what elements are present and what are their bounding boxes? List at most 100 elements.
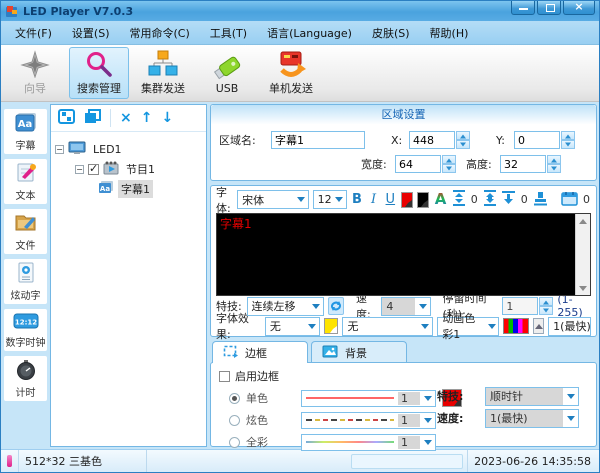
- refresh-effect-icon[interactable]: [328, 297, 344, 315]
- maximize-button[interactable]: [537, 1, 561, 15]
- sidebar-item-file[interactable]: 文件: [4, 209, 47, 254]
- screen-spec-text: 512*32 三基色: [19, 450, 147, 472]
- dazzle-text-icon: [14, 262, 38, 286]
- width-spinner[interactable]: [442, 155, 456, 173]
- font-family-dropdown[interactable]: 宋体: [237, 190, 308, 209]
- minimize-button[interactable]: [511, 1, 535, 15]
- animation-color-preview[interactable]: [503, 318, 529, 334]
- add-program-icon[interactable]: [58, 109, 75, 127]
- height-spinner[interactable]: [547, 155, 561, 173]
- tree-row-program[interactable]: − 节目1: [55, 159, 202, 179]
- expander-icon[interactable]: −: [75, 165, 84, 174]
- stay-time-spinner[interactable]: [539, 297, 553, 315]
- led-preview-area[interactable]: 字幕1: [216, 213, 591, 296]
- font-effect-dropdown[interactable]: 无: [265, 317, 321, 336]
- main-toolbar: 向导 搜索管理 集群发送 USB 单机发送: [1, 45, 599, 102]
- single-color-radio[interactable]: [229, 393, 240, 404]
- menu-settings[interactable]: 设置(S): [62, 22, 120, 44]
- stay-time-input[interactable]: [502, 297, 538, 315]
- animation-speed-dropdown[interactable]: 1(最快): [548, 317, 591, 336]
- region-name-input[interactable]: [271, 131, 365, 149]
- border-effect-dropdown[interactable]: 顺时针: [485, 387, 579, 406]
- right-panel: 区域设置 区域名: X: Y: 宽度: 高度:: [210, 104, 597, 447]
- dazzle-line-dropdown[interactable]: 1: [301, 412, 436, 429]
- font-effect-color-button[interactable]: [324, 318, 338, 334]
- tree-row-device[interactable]: − LED1: [55, 139, 202, 159]
- preview-scrollbar[interactable]: [575, 214, 590, 295]
- scroll-down-icon[interactable]: [576, 281, 590, 295]
- add-area-icon[interactable]: [84, 109, 101, 127]
- toolbar-usb-button[interactable]: USB: [197, 47, 257, 99]
- width-label: 宽度:: [361, 156, 395, 172]
- dazzle-color-radio[interactable]: [229, 415, 240, 426]
- program-checkbox[interactable]: [88, 164, 99, 175]
- font-size-value: 12: [318, 193, 332, 206]
- tree-area-label[interactable]: 字幕1: [118, 180, 153, 198]
- tree-device-label[interactable]: LED1: [90, 142, 125, 157]
- animation-color-dropdown[interactable]: 动画色彩1: [437, 317, 499, 336]
- menu-language[interactable]: 语言(Language): [257, 22, 362, 44]
- italic-button[interactable]: I: [367, 190, 380, 209]
- bold-button[interactable]: B: [351, 190, 364, 209]
- sidebar-item-digital-clock[interactable]: 12:12 数字时钟: [4, 309, 47, 351]
- expander-icon[interactable]: −: [55, 145, 64, 154]
- toolbar-button-label: 单机发送: [269, 80, 313, 96]
- full-color-line-dropdown[interactable]: 1: [301, 434, 436, 451]
- char-space-icon[interactable]: [483, 190, 497, 209]
- font-size-dropdown[interactable]: 12: [313, 190, 347, 209]
- x-spinner[interactable]: [456, 131, 470, 149]
- toolbar-cluster-send-button[interactable]: 集群发送: [133, 47, 193, 99]
- text-editor-group: 字体: 宋体 12 B I U A 0 0: [210, 185, 597, 337]
- effect-dropdown[interactable]: 连续左移: [247, 297, 324, 316]
- sidebar-item-timer[interactable]: 计时: [4, 356, 47, 401]
- indent-icon[interactable]: [501, 190, 516, 209]
- sidebar-item-label: 计时: [16, 384, 36, 399]
- animation-color-value: 动画色彩1: [442, 310, 486, 342]
- y-spinner[interactable]: [561, 131, 575, 149]
- line-space-icon[interactable]: [452, 190, 466, 209]
- tab-border[interactable]: 边框: [212, 341, 308, 363]
- enable-border-checkbox[interactable]: [219, 371, 230, 382]
- tree-program-label[interactable]: 节目1: [123, 160, 158, 178]
- toolbar-wizard-button[interactable]: 向导: [5, 47, 65, 99]
- tab-background[interactable]: 背景: [311, 341, 407, 363]
- scroll-up-icon[interactable]: [576, 214, 590, 228]
- menu-bar: 文件(F) 设置(S) 常用命令(C) 工具(T) 语言(Language) 皮…: [1, 21, 599, 45]
- close-button[interactable]: [563, 1, 595, 15]
- background-color-button[interactable]: [417, 192, 429, 208]
- height-input[interactable]: [500, 155, 546, 173]
- align-bottom-icon[interactable]: [533, 191, 548, 209]
- rainbow-text-icon[interactable]: A: [433, 190, 448, 209]
- toolbar-search-manage-button[interactable]: 搜索管理: [69, 47, 129, 99]
- toolbar-single-send-button[interactable]: 单机发送: [261, 47, 321, 99]
- calendar-icon[interactable]: [561, 191, 578, 209]
- sidebar-item-label: 字幕: [16, 137, 36, 152]
- width-input[interactable]: [395, 155, 441, 173]
- animation-color-up-icon[interactable]: [533, 318, 544, 334]
- menu-commands[interactable]: 常用命令(C): [120, 22, 200, 44]
- move-down-icon[interactable]: ↓: [161, 111, 173, 125]
- menu-help[interactable]: 帮助(H): [420, 22, 479, 44]
- sidebar-item-label: 文件: [16, 237, 36, 252]
- full-color-radio[interactable]: [229, 437, 240, 448]
- y-input[interactable]: [514, 131, 560, 149]
- bottom-tabs: 边框 背景: [210, 341, 597, 363]
- sidebar-item-dazzle-text[interactable]: 炫动字: [4, 259, 47, 304]
- move-up-icon[interactable]: ↑: [141, 111, 153, 125]
- text-color-button[interactable]: [401, 192, 413, 208]
- speed-dropdown[interactable]: 4: [381, 297, 430, 316]
- delete-icon[interactable]: ×: [120, 111, 132, 125]
- menu-tools[interactable]: 工具(T): [200, 22, 257, 44]
- border-speed-dropdown[interactable]: 1(最快): [485, 409, 579, 428]
- background-effect-dropdown[interactable]: 无: [342, 317, 433, 336]
- sidebar-item-text[interactable]: 文本: [4, 159, 47, 204]
- menu-file[interactable]: 文件(F): [5, 22, 62, 44]
- tree-row-area[interactable]: Aa 字幕1: [55, 179, 202, 199]
- underline-button[interactable]: U: [384, 190, 397, 209]
- x-input[interactable]: [409, 131, 455, 149]
- font-effect-value: 无: [270, 318, 281, 334]
- single-color-line-dropdown[interactable]: 1: [301, 390, 436, 407]
- font-effect-row: 字体效果: 无 无 动画色彩1 1(最快): [211, 316, 596, 336]
- menu-skin[interactable]: 皮肤(S): [362, 22, 420, 44]
- sidebar-item-subtitle[interactable]: Aa 字幕: [4, 109, 47, 154]
